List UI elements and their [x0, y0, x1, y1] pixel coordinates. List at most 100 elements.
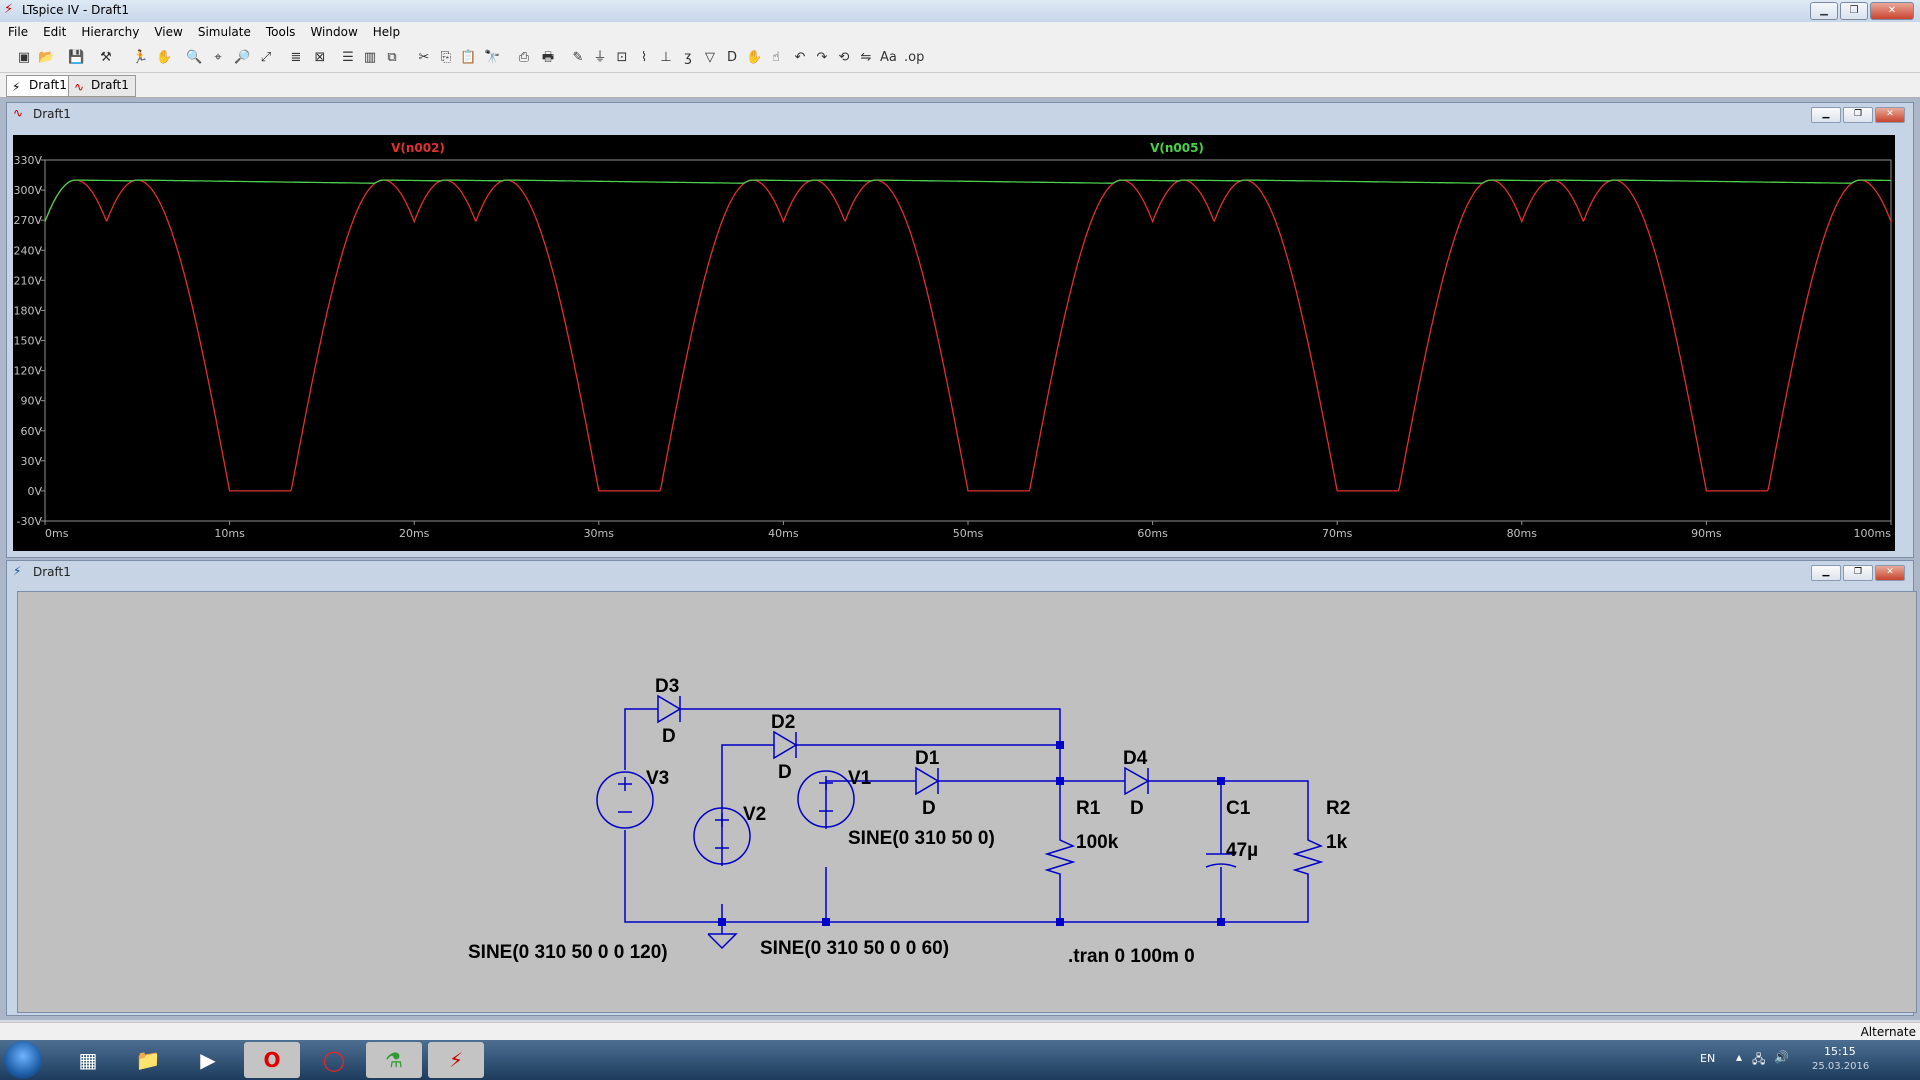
undo-icon[interactable]: ↶	[792, 50, 808, 66]
tray-arrow-icon[interactable]: ▴	[1736, 1050, 1742, 1064]
x-tick-label: 100ms	[1854, 527, 1892, 540]
menu-bar: File Edit Hierarchy View Simulate Tools …	[0, 22, 1920, 42]
explorer-icon[interactable]: 📁	[120, 1042, 176, 1078]
utility-icon[interactable]: ⚗	[366, 1042, 422, 1078]
d3-value: D	[662, 726, 676, 747]
rotate-icon[interactable]: ⟲	[836, 50, 852, 66]
tab-schematic[interactable]: ⚡ Draft1	[6, 75, 74, 97]
schematic-drawing[interactable]: D3 D D2 D D1 D D4 D V3 SINE(0 310 50 0 0…	[18, 592, 1916, 1012]
x-tick-label: 20ms	[399, 527, 430, 540]
wire-icon[interactable]: ✎	[570, 50, 586, 66]
media-player-icon[interactable]: ▶	[180, 1042, 236, 1078]
v2-ref: V2	[743, 804, 766, 825]
clock-date[interactable]: 25.03.2016	[1812, 1061, 1869, 1072]
ltspice-taskbar-icon[interactable]: ⚡	[428, 1042, 484, 1078]
menu-window[interactable]: Window	[302, 22, 364, 42]
waveform-plot[interactable]: 330V 300V 270V 240V 210V 180V 150V 120V 90V 60V 30…	[13, 135, 1895, 551]
autorange-icon[interactable]: ≣	[288, 50, 304, 66]
pan-icon[interactable]: ⌖	[210, 50, 226, 66]
resistor-icon[interactable]: ⌇	[636, 50, 652, 66]
menu-simulate[interactable]: Simulate	[190, 22, 258, 42]
menu-edit[interactable]: Edit	[35, 22, 73, 42]
schematic-canvas[interactable]: D3 D D2 D D1 D D4 D V3 SINE(0 310 50 0 0…	[17, 591, 1917, 1013]
waveform-icon: ∿	[13, 106, 24, 120]
zoom-out-icon[interactable]: 🔎	[234, 50, 250, 66]
save-icon[interactable]: 💾	[68, 50, 84, 66]
x-tick-label: 80ms	[1507, 527, 1538, 540]
waveform-icon: ∿	[74, 80, 85, 94]
opera-alt-icon[interactable]: ◯	[306, 1042, 362, 1078]
capacitor-icon[interactable]: ⊥	[658, 50, 674, 66]
drag-icon[interactable]: ☝	[768, 50, 784, 66]
inductor-icon[interactable]: ʒ	[680, 50, 696, 66]
minimize-button[interactable]: ▁	[1811, 107, 1841, 123]
zoom-fit-icon[interactable]: ⤢	[258, 50, 274, 66]
restore-button[interactable]: ❐	[1843, 107, 1873, 123]
print-icon[interactable]: 🖶	[540, 50, 556, 66]
diode-icon[interactable]: ▽	[702, 50, 718, 66]
menu-tools[interactable]: Tools	[258, 22, 303, 42]
find-icon[interactable]: 🔭	[484, 50, 500, 66]
mdi-area: ∿ Draft1 ▁ ❐ ✕ 330V 300V 270V 240V 210V 180V 1…	[0, 98, 1920, 1020]
close-button[interactable]: ✕	[1875, 107, 1905, 123]
delete-trace-icon[interactable]: ⊠	[312, 50, 328, 66]
plot-frame	[44, 159, 1892, 522]
mirror-icon[interactable]: ⇋	[858, 50, 874, 66]
run-icon[interactable]: 🏃	[132, 50, 148, 66]
waveform-window-controls: ▁ ❐ ✕	[1811, 107, 1905, 123]
menu-file[interactable]: File	[0, 22, 35, 42]
tab-waveform[interactable]: ∿ Draft1	[68, 75, 136, 97]
clock-time[interactable]: 15:15	[1824, 1045, 1856, 1058]
minimize-button[interactable]: ▁	[1810, 2, 1838, 20]
y-tick-label: 0V	[27, 485, 42, 498]
tile-horizontal-icon[interactable]: ☰	[340, 50, 356, 66]
menu-help[interactable]: Help	[365, 22, 407, 42]
new-schematic-icon[interactable]: ▣	[16, 50, 32, 66]
minimize-button[interactable]: ▁	[1811, 565, 1841, 581]
label-net-icon[interactable]: ⊡	[614, 50, 630, 66]
waveform-window-title: Draft1	[33, 107, 71, 121]
y-tick-label: 210V	[13, 274, 42, 287]
plot-area[interactable]: 330V 300V 270V 240V 210V 180V 150V 120V 90V 60V 30…	[13, 135, 1895, 551]
tile-vertical-icon[interactable]: ▥	[362, 50, 378, 66]
language-indicator[interactable]: EN	[1700, 1052, 1715, 1065]
spice-directive-icon[interactable]: .op	[904, 50, 924, 66]
control-panel-icon[interactable]: ⚒	[98, 50, 114, 66]
x-tick-label: 60ms	[1137, 527, 1168, 540]
menu-hierarchy[interactable]: Hierarchy	[73, 22, 146, 42]
text-icon[interactable]: Aa	[880, 50, 897, 66]
component-icon[interactable]: D	[724, 50, 740, 66]
paste-icon[interactable]: 📋	[460, 50, 476, 66]
system-tray: EN ▴ 🖧 🔊 15:15 25.03.2016	[1690, 1040, 1920, 1080]
network-icon[interactable]: 🖧	[1752, 1050, 1765, 1071]
schematic-window-controls: ▁ ❐ ✕	[1811, 565, 1905, 581]
restore-button[interactable]: ❐	[1843, 565, 1873, 581]
window-title: LTspice IV - Draft1	[22, 3, 129, 17]
zoom-in-icon[interactable]: 🔍	[186, 50, 202, 66]
tab-label: Draft1	[91, 78, 129, 92]
calculator-icon[interactable]: ▦	[60, 1042, 116, 1078]
maximize-button[interactable]: ❐	[1840, 2, 1868, 20]
copy-icon[interactable]: ⎘	[438, 50, 454, 66]
move-icon[interactable]: ✋	[746, 50, 762, 66]
tran-directive[interactable]: .tran 0 100m 0	[1068, 946, 1195, 967]
y-tick-label: 240V	[13, 244, 42, 257]
r2-value: 1k	[1326, 832, 1348, 853]
opera-icon[interactable]: O	[244, 1042, 300, 1078]
r1-value: 100k	[1076, 832, 1119, 853]
print-preview-icon[interactable]: ⎙	[516, 50, 532, 66]
start-button[interactable]	[4, 1041, 42, 1079]
menu-view[interactable]: View	[146, 22, 189, 42]
open-icon[interactable]: 📂	[38, 50, 54, 66]
cut-icon[interactable]: ✂	[416, 50, 432, 66]
d3-ref: D3	[655, 676, 679, 697]
close-button[interactable]: ✕	[1870, 2, 1914, 20]
d4-value: D	[1130, 798, 1144, 819]
cascade-icon[interactable]: ⧉	[384, 50, 400, 66]
ground-icon[interactable]: ⏚	[592, 50, 608, 66]
title-bar: ⚡ LTspice IV - Draft1 ▁ ❐ ✕	[0, 0, 1920, 23]
volume-icon[interactable]: 🔊	[1774, 1050, 1789, 1064]
halt-icon[interactable]: ✋	[156, 50, 172, 66]
redo-icon[interactable]: ↷	[814, 50, 830, 66]
close-button[interactable]: ✕	[1875, 565, 1905, 581]
